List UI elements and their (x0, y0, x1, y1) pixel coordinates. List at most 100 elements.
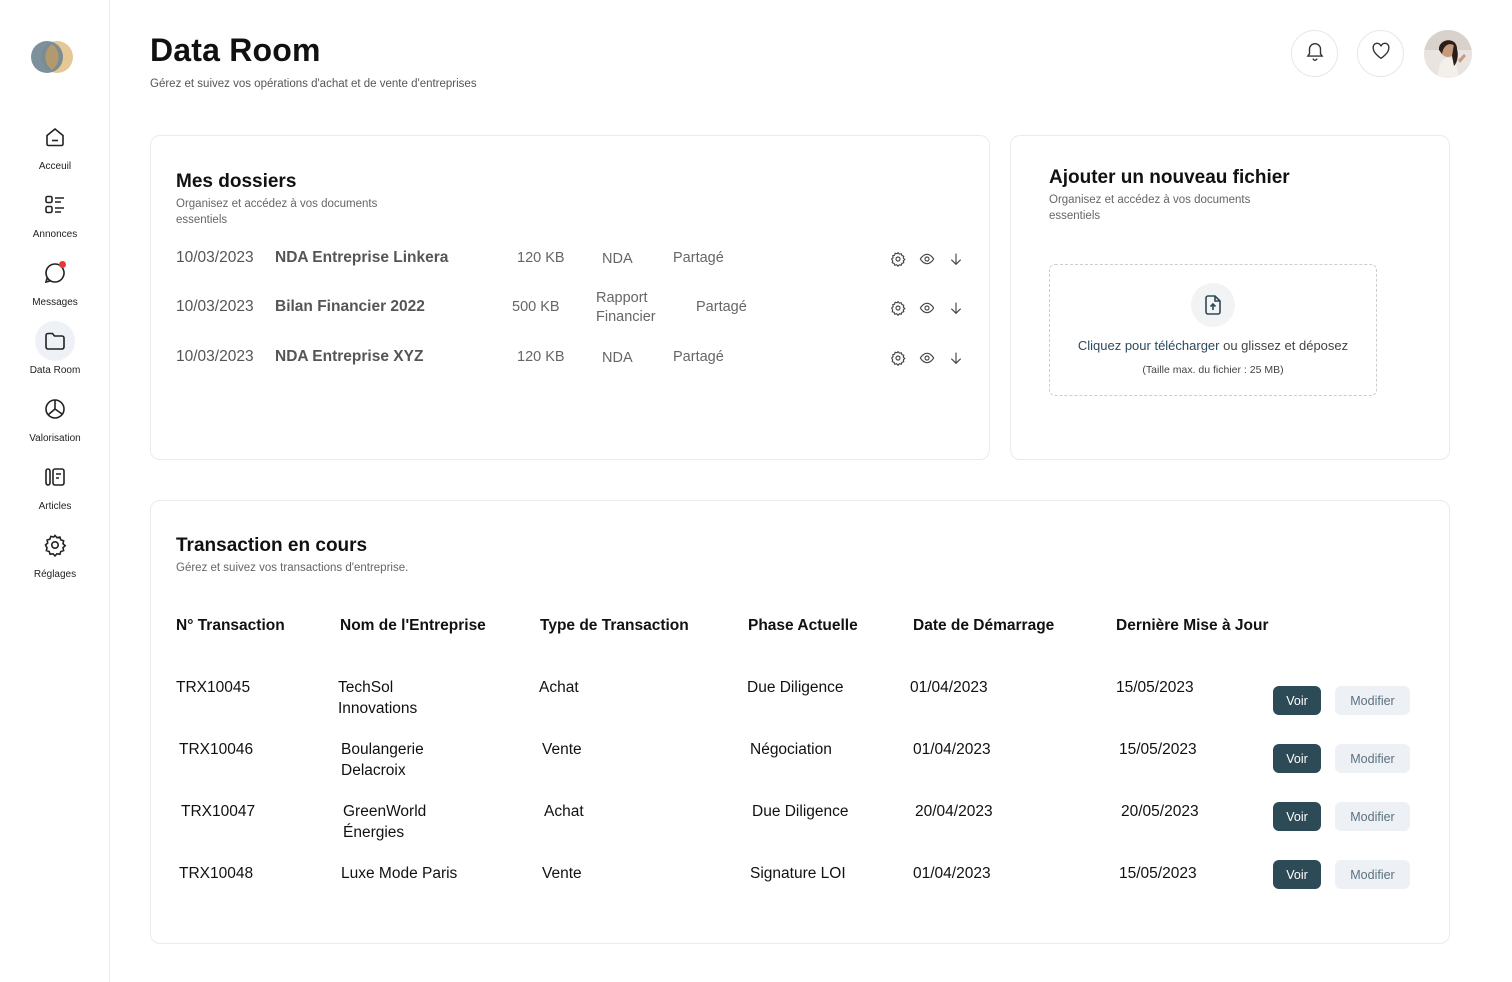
pie-chart-icon (35, 389, 75, 429)
transaction-type: Achat (544, 803, 584, 820)
file-type: Rapport Financier (596, 289, 656, 327)
eye-icon[interactable] (919, 251, 935, 271)
upload-title: Ajouter un nouveau fichier (1049, 167, 1290, 188)
upload-instruction-rest: ou glissez et déposez (1219, 338, 1349, 353)
transaction-start-date: 01/04/2023 (913, 865, 991, 882)
file-row[interactable]: 10/03/2023 Bilan Financier 2022 500 KB R… (176, 288, 966, 328)
chat-icon (35, 253, 75, 293)
settings-icon[interactable] (890, 251, 906, 271)
notifications-button[interactable] (1291, 30, 1338, 77)
view-button[interactable]: Voir (1273, 860, 1321, 889)
bell-icon (1304, 40, 1326, 67)
column-header-company: Nom de l'Entreprise (340, 617, 486, 634)
file-date: 10/03/2023 (176, 298, 254, 315)
transaction-id: TRX10048 (179, 865, 254, 882)
edit-button[interactable]: Modifier (1335, 860, 1410, 889)
user-avatar[interactable] (1424, 30, 1472, 78)
file-row[interactable]: 10/03/2023 NDA Entreprise Linkera 120 KB… (176, 239, 966, 279)
transaction-phase: Due Diligence (747, 679, 844, 696)
company-line2: Innovations (338, 700, 418, 717)
file-type: NDA (602, 251, 633, 267)
transaction-type: Vente (542, 741, 582, 758)
articles-icon (35, 457, 75, 497)
transaction-start-date: 01/04/2023 (910, 679, 988, 696)
transaction-last-update: 15/05/2023 (1116, 679, 1194, 696)
eye-icon[interactable] (919, 300, 935, 320)
column-header-type: Type de Transaction (540, 617, 689, 634)
transaction-phase: Due Diligence (752, 803, 849, 820)
home-icon (35, 117, 75, 157)
file-date: 10/03/2023 (176, 348, 254, 365)
transaction-last-update: 15/05/2023 (1119, 865, 1197, 882)
file-row[interactable]: 10/03/2023 NDA Entreprise XYZ 120 KB NDA… (176, 338, 966, 378)
sidebar-item-valorisation[interactable]: Valorisation (0, 389, 110, 444)
company-line1: GreenWorld (343, 803, 427, 820)
file-status: Partagé (673, 250, 724, 266)
favorites-button[interactable] (1357, 30, 1404, 77)
file-status: Partagé (673, 349, 724, 365)
edit-button[interactable]: Modifier (1335, 802, 1410, 831)
transaction-last-update: 20/05/2023 (1121, 803, 1199, 820)
file-status: Partagé (696, 299, 747, 315)
upload-link[interactable]: Cliquez pour télécharger (1078, 338, 1220, 353)
dossiers-subtitle-line2: essentiels (176, 214, 228, 226)
folder-icon (35, 321, 75, 361)
transaction-id: TRX10047 (181, 803, 256, 820)
sidebar-item-messages[interactable]: Messages (0, 253, 110, 308)
settings-icon[interactable] (890, 350, 906, 370)
file-name[interactable]: Bilan Financier 2022 (275, 298, 425, 316)
sidebar-item-data-room[interactable]: Data Room (0, 321, 110, 376)
download-icon[interactable] (948, 300, 964, 320)
edit-button[interactable]: Modifier (1335, 744, 1410, 773)
transaction-phase: Signature LOI (750, 865, 846, 882)
transactions-title: Transaction en cours (176, 535, 368, 556)
gear-icon (35, 525, 75, 565)
transaction-last-update: 15/05/2023 (1119, 741, 1197, 758)
view-button[interactable]: Voir (1273, 802, 1321, 831)
view-button[interactable]: Voir (1273, 686, 1321, 715)
transaction-id: TRX10046 (179, 741, 254, 758)
sidebar: Acceuil Annonces Messages Data Room Valo… (0, 0, 110, 982)
heart-icon (1370, 40, 1392, 67)
file-dropzone[interactable]: Cliquez pour télécharger ou glissez et d… (1049, 264, 1377, 396)
dossiers-subtitle-line1: Organisez et accédez à vos documents (176, 198, 378, 210)
upload-instruction: Cliquez pour télécharger ou glissez et d… (1050, 338, 1376, 353)
notification-dot (59, 261, 66, 268)
file-size: 500 KB (512, 299, 560, 315)
sidebar-item-label: Articles (38, 501, 72, 512)
download-icon[interactable] (948, 251, 964, 271)
sidebar-item-label: Valorisation (29, 433, 81, 444)
transactions-subtitle: Gérez et suivez vos transactions d'entre… (176, 562, 409, 574)
dossiers-subtitle: Organisez et accédez à vos documents ess… (176, 196, 377, 228)
transaction-phase: Négociation (750, 741, 832, 758)
upload-subtitle-line1: Organisez et accédez à vos documents (1049, 194, 1251, 206)
transaction-id: TRX10045 (176, 679, 251, 696)
sidebar-item-annonces[interactable]: Annonces (0, 185, 110, 240)
transaction-company: Boulangerie Delacroix (341, 739, 424, 781)
column-header-start-date: Date de Démarrage (913, 617, 1055, 634)
sidebar-item-label: Acceuil (38, 161, 72, 172)
transaction-company: Luxe Mode Paris (341, 865, 458, 882)
file-name[interactable]: NDA Entreprise XYZ (275, 348, 423, 366)
transaction-start-date: 20/04/2023 (915, 803, 993, 820)
upload-file-icon (1191, 283, 1235, 327)
file-type-line2: Financier (596, 309, 656, 325)
sidebar-item-acceuil[interactable]: Acceuil (0, 117, 110, 172)
edit-button[interactable]: Modifier (1335, 686, 1410, 715)
dossiers-title: Mes dossiers (176, 171, 297, 192)
settings-icon[interactable] (890, 300, 906, 320)
company-line1: Boulangerie (341, 741, 424, 758)
download-icon[interactable] (948, 350, 964, 370)
company-line2: Delacroix (341, 762, 406, 779)
sidebar-item-label: Data Room (29, 365, 81, 376)
sidebar-item-label: Annonces (32, 229, 78, 240)
sidebar-item-label: Messages (32, 297, 78, 308)
eye-icon[interactable] (919, 350, 935, 370)
upload-size-hint: (Taille max. du fichier : 25 MB) (1142, 364, 1284, 376)
view-button[interactable]: Voir (1273, 744, 1321, 773)
sidebar-item-label: Réglages (33, 569, 77, 580)
file-name[interactable]: NDA Entreprise Linkera (275, 249, 448, 267)
sidebar-item-reglages[interactable]: Réglages (0, 525, 110, 580)
sidebar-item-articles[interactable]: Articles (0, 457, 110, 512)
app-logo[interactable] (30, 40, 76, 78)
